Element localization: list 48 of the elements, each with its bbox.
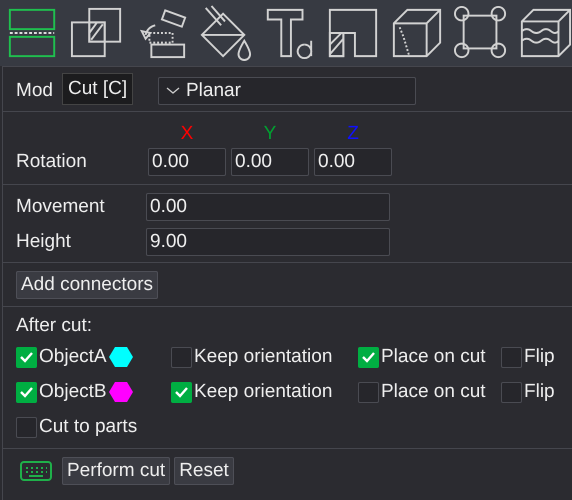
checkbox[interactable] xyxy=(16,382,37,402)
mode-dropdown[interactable]: Planar xyxy=(158,77,416,105)
checkmark-icon xyxy=(19,386,34,398)
height-field[interactable]: 9.00 xyxy=(146,228,390,256)
axis-label: X xyxy=(180,123,194,145)
checkbox[interactable] xyxy=(501,346,522,368)
option-label: Flip xyxy=(524,381,555,403)
option-label: Keep orientation xyxy=(194,381,332,403)
checkbox[interactable] xyxy=(501,382,522,402)
rotation-field[interactable]: 0.00 xyxy=(148,148,226,176)
tool-button[interactable] xyxy=(326,6,380,60)
tool-button[interactable] xyxy=(70,6,124,60)
chevron-icon xyxy=(166,87,180,95)
option-label: Keep orientation xyxy=(194,346,332,368)
cut-to-parts-label: Cut to parts xyxy=(39,416,138,438)
tool-button[interactable] xyxy=(390,6,444,60)
movement-field[interactable]: 0.00 xyxy=(146,193,390,221)
checkmark-icon xyxy=(174,386,189,398)
checkbox[interactable] xyxy=(16,346,37,368)
checkbox[interactable] xyxy=(16,416,37,438)
height-label: Height xyxy=(16,231,72,253)
after-cut-label: After cut: xyxy=(16,315,94,337)
keyboard-icon[interactable] xyxy=(20,460,52,482)
action-button[interactable]: Reset xyxy=(174,457,234,485)
rotation-label: Rotation xyxy=(16,151,88,173)
option-label: Flip xyxy=(524,346,555,368)
checkbox[interactable] xyxy=(358,382,379,402)
tool-button[interactable] xyxy=(198,6,252,60)
object-label: ObjectA xyxy=(39,346,107,368)
checkmark-icon xyxy=(19,351,34,363)
action-button[interactable]: Perform cut xyxy=(62,457,170,485)
checkmark-icon xyxy=(361,351,376,363)
rotation-field[interactable]: 0.00 xyxy=(314,148,392,176)
option-label: Place on cut xyxy=(381,346,486,368)
axis-label: Z xyxy=(346,123,360,145)
checkbox[interactable] xyxy=(171,346,192,368)
object-label: ObjectB xyxy=(39,381,107,403)
mode-label: Mod xyxy=(16,80,53,102)
checkbox[interactable] xyxy=(358,346,379,368)
tooltip: Cut [C] xyxy=(62,73,134,105)
checkbox[interactable] xyxy=(171,382,192,402)
option-label: Place on cut xyxy=(381,381,486,403)
tool-button[interactable] xyxy=(518,6,572,60)
movement-label: Movement xyxy=(16,196,106,218)
tool-button[interactable] xyxy=(454,6,508,60)
rotation-field[interactable]: 0.00 xyxy=(231,148,309,176)
axis-label: Y xyxy=(262,123,278,145)
add-connectors-button[interactable]: Add connectors xyxy=(16,271,158,299)
